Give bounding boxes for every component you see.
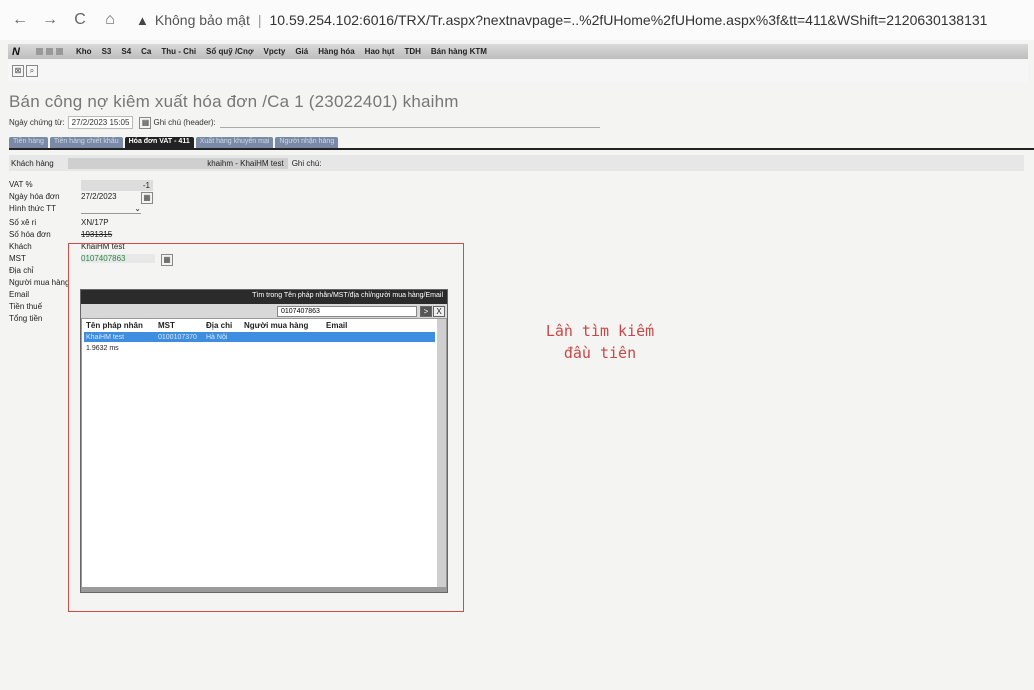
- page-title: Bán công nợ kiêm xuất hóa đơn /Ca 1 (230…: [9, 92, 459, 111]
- menu-item-ban-hang-ktm[interactable]: Bán hàng KTM: [431, 47, 487, 56]
- annotation-text: Lần tìm kiếm đầu tiên: [520, 320, 680, 364]
- note-header-field[interactable]: [219, 118, 600, 128]
- app-logo[interactable]: N: [8, 46, 36, 58]
- menu-item-kho[interactable]: Kho: [76, 47, 92, 56]
- annotation-rectangle: [68, 243, 464, 612]
- tab-khuyen-mai[interactable]: Xuất hàng khuyến mại: [195, 137, 274, 148]
- invoice-date-label: Ngày hóa đơn: [9, 192, 60, 201]
- back-button[interactable]: ←: [8, 11, 32, 29]
- menu-item-thu-chi[interactable]: Thu - Chi: [161, 47, 196, 56]
- tab-divider: [9, 148, 1034, 150]
- plate-field[interactable]: XN/17P: [81, 218, 109, 227]
- annotation-line-2: đầu tiên: [563, 344, 637, 362]
- menu-item-s3[interactable]: S3: [102, 47, 112, 56]
- invoice-no-field[interactable]: 1931315: [81, 230, 112, 239]
- menu-item-so-quy[interactable]: Sổ quỹ /Cnợ: [206, 47, 253, 56]
- customer-label: Khách hàng: [11, 158, 54, 168]
- menu-square-icon[interactable]: [46, 48, 53, 55]
- tab-hoa-don-vat[interactable]: Hóa đơn VAT - 411: [124, 137, 194, 148]
- annotation-line-1: Lần tìm kiếm: [545, 322, 655, 340]
- menu-item-ca[interactable]: Ca: [141, 47, 151, 56]
- reload-button[interactable]: C: [68, 11, 92, 29]
- menu-item-hao-hut[interactable]: Hao hụt: [365, 47, 395, 56]
- payment-label: Hình thức TT: [9, 204, 56, 213]
- document-icon[interactable]: ⊠: [12, 65, 24, 77]
- menu-square-icon[interactable]: [36, 48, 43, 55]
- calendar-icon[interactable]: ▦: [139, 116, 152, 129]
- note-header-label: Ghi chú (header):: [153, 118, 216, 127]
- menu-item-gia[interactable]: Giá: [295, 47, 308, 56]
- invoice-no-label: Số hóa đơn: [9, 230, 51, 239]
- security-label: Không bảo mật: [154, 12, 250, 28]
- menu-item-s4[interactable]: S4: [121, 47, 131, 56]
- browser-toolbar: ← → C ⌂ ▲ Không bảo mật | 10.59.254.102:…: [0, 0, 1034, 40]
- tool-strip: ⊠ ⌕: [8, 60, 1028, 82]
- vat-label: VAT %: [9, 180, 33, 189]
- menu-item-vpcty[interactable]: Vpcty: [264, 47, 286, 56]
- customer-row: Khách hàng khaihm - KhaiHM test Ghi chú:: [9, 155, 1024, 171]
- invoice-date-field[interactable]: 27/2/2023: [81, 192, 117, 201]
- chevron-down-icon[interactable]: ⌄: [134, 204, 141, 213]
- menu-square-icon[interactable]: [56, 48, 63, 55]
- search-icon[interactable]: ⌕: [26, 65, 38, 77]
- warning-icon[interactable]: ▲: [136, 13, 149, 28]
- vat-field[interactable]: -1: [81, 180, 153, 191]
- app-menu-bar: N Kho S3 S4 Ca Thu - Chi Sổ quỹ /Cnợ Vpc…: [8, 44, 1028, 59]
- payment-select[interactable]: ⌄: [81, 204, 141, 214]
- tab-bar: Tiền hàng Tiền hàng chiết khấu Hóa đơn V…: [9, 137, 340, 148]
- url-text[interactable]: 10.59.254.102:6016/TRX/Tr.aspx?nextnavpa…: [269, 12, 987, 28]
- home-button[interactable]: ⌂: [98, 11, 122, 29]
- doc-meta-row: Ngày chứng từ: 27/2/2023 15:05 ▦ Ghi chú…: [9, 116, 600, 129]
- tab-nguoi-nhan-hang[interactable]: Người nhận hàng: [275, 137, 339, 148]
- url-separator: |: [257, 12, 262, 28]
- customer-note-label: Ghi chú:: [291, 158, 322, 168]
- doc-date-field[interactable]: 27/2/2023 15:05: [67, 116, 134, 129]
- forward-button[interactable]: →: [38, 11, 62, 29]
- plate-label: Số xê ri: [9, 218, 37, 227]
- menu-item-tdh[interactable]: TDH: [404, 47, 420, 56]
- doc-date-label: Ngày chứng từ:: [9, 118, 65, 127]
- customer-field[interactable]: khaihm - KhaiHM test: [67, 157, 288, 169]
- address-bar[interactable]: ▲ Không bảo mật | 10.59.254.102:6016/TRX…: [136, 12, 987, 28]
- menu-item-hang-hoa[interactable]: Hàng hóa: [318, 47, 354, 56]
- tab-chiet-khau[interactable]: Tiền hàng chiết khấu: [49, 137, 123, 148]
- tab-tien-hang[interactable]: Tiền hàng: [9, 137, 48, 148]
- calendar-icon[interactable]: ▦: [141, 192, 153, 204]
